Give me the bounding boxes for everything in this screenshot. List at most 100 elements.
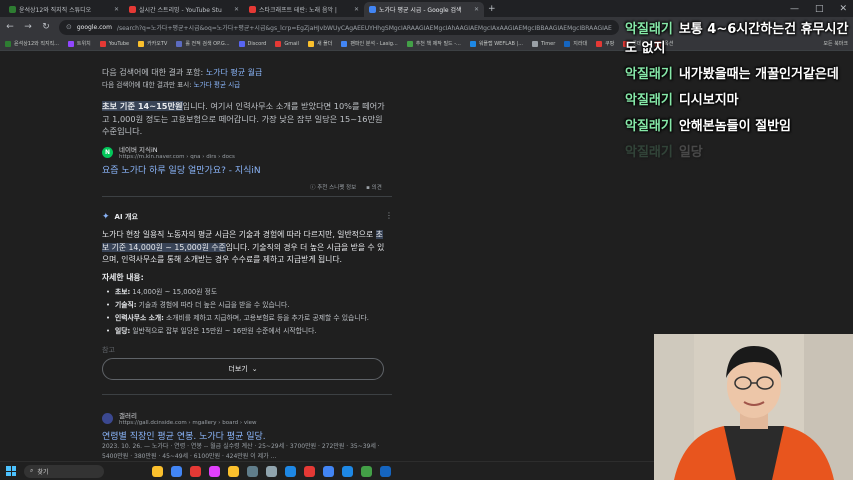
divider [102,394,392,395]
chevron-down-icon: ⌄ [251,365,258,373]
original-query-link[interactable]: 노가다 평균 시급 [194,81,241,89]
result-title-link[interactable]: 요즘 노가다 하루 일당 얼만가요? - 지식iN [102,163,261,176]
bookmark-item[interactable]: Discord [238,40,267,47]
tab-list: 윤석상12와 직지직 스튜디오 ✕ 실시간 스트리밍 - YouTube Stu ✕ 스… [4,0,484,17]
bookmark-label: 팬파인 분석 - Lasig... [350,41,398,47]
streamer-image [654,334,853,480]
faded-reference: 참고 [102,346,115,354]
bookmark-item[interactable]: 팬파인 분석 - Lasig... [341,40,398,47]
taskbar-app-icon[interactable] [361,465,372,477]
correction-prefix: 다음 검색어에 대한 결과 포함: [102,68,204,77]
detail-item: 기술직: 기술과 경험에 따라 더 높은 시급을 받을 수 있습니다. [106,299,396,312]
window-maximize-icon[interactable]: □ [815,4,824,14]
bookmark-item[interactable]: 윤석상12와 직지직... [5,40,59,47]
tab-favicon-icon [249,6,256,13]
screen: 윤석상12와 직지직 스튜디오 ✕ 실시간 스트리밍 - YouTube Stu ✕ 스… [0,0,853,480]
chat-nickname: 악질래기 [625,67,673,82]
bookmark-item[interactable]: YouTube [99,40,129,47]
bookmark-label: 카카오TV [147,41,168,47]
taskbar-search[interactable]: ⌕ 찾기 [24,464,104,478]
taskbar-app-icon[interactable] [304,465,315,477]
bookmark-item[interactable]: 새 폴더 [307,40,332,47]
bookmark-item[interactable]: Timer [532,40,555,47]
snippet-highlight: 초보 기준 14~15만원 [102,101,183,111]
bookmark-item[interactable]: 트위치 [67,40,91,47]
taskbar-app-icon[interactable] [209,465,220,477]
detail-item: 초보: 14,000원 ~ 15,000원 정도 [106,286,396,299]
tab-favicon-icon [129,6,136,13]
address-host: google.com [76,23,112,31]
show-more-button[interactable]: 더보기 ⌄ [102,358,384,380]
gallery-snippet: 2023. 10. 26. — 노가다 · 연령 · 연봉 -- 월급 실수령 … [102,443,380,460]
bookmark-icon [564,40,571,47]
back-icon[interactable]: ← [5,22,15,32]
tab-title: 윤석상12와 직지직 스튜디오 [19,7,92,14]
chat-text: 일당 [678,145,703,160]
tab-close-icon[interactable]: ✕ [354,6,359,13]
correction-query-link[interactable]: 노가다 평균 월급 [206,68,263,77]
taskbar-app-icon[interactable] [323,465,334,477]
snippet-source[interactable]: N 네이버 지식iN https://m.kin.naver.com › qna… [102,144,235,160]
bookmark-icon [532,40,538,47]
taskbar-app-icon[interactable] [380,465,391,477]
ai-text-1: 노가다 현장 일용직 노동자의 평균 시급은 기술과 경험에 따라 다르지만, … [102,230,374,239]
bookmark-item[interactable]: 워플랩 WEFLAB |... [469,40,523,47]
window-minimize-icon[interactable]: — [790,4,799,14]
bookmark-item[interactable]: 카카오TV [138,40,167,47]
taskbar-app-icon[interactable] [247,465,258,477]
tab-0[interactable]: 윤석상12와 직지직 스튜디오 ✕ [4,2,124,17]
site-info-icon[interactable]: ⊙ [66,23,72,31]
detail-label: 초보: [115,288,131,296]
taskbar-app-icon[interactable] [190,465,201,477]
taskbar-app-icon[interactable] [171,465,182,477]
start-button[interactable] [6,466,16,476]
bookmark-label: Timer [541,40,556,47]
detail-text: 소개비를 제하고 지급하며, 고용보험료 등을 추가로 공제할 수 있습니다. [163,314,369,322]
bookmark-icon [238,40,245,47]
bookmark-label: 지라대 [573,41,588,47]
forward-icon[interactable]: → [23,22,33,32]
bookmark-item[interactable]: Gmail [275,40,299,47]
bookmark-icon [176,40,183,47]
taskbar-app-icon[interactable] [152,465,163,477]
taskbar-app-icon[interactable] [342,465,353,477]
featured-snippet: 초보 기준 14~15만원입니다. 여기서 인력사무소 소개를 받았다면 10%… [102,100,392,138]
tab-close-icon[interactable]: ✕ [114,6,119,13]
feedback-link[interactable]: ▪ 의견 [366,183,382,191]
reload-icon[interactable]: ↻ [41,22,51,32]
ai-overview-label: AI 개요 [114,213,138,221]
bookmark-label: 워플랩 WEFLAB |... [478,41,523,47]
bookmark-item[interactable]: 쿠팡 [596,40,614,47]
tab-close-icon[interactable]: ✕ [474,6,479,13]
ai-more-options-icon[interactable]: ⋮ [385,211,393,220]
tab-3[interactable]: 노가다 평균 시급 - Google 검색 ✕ [364,2,484,17]
details-list: 초보: 14,000원 ~ 15,000원 정도기술직: 기술과 경험에 따라 … [106,286,396,338]
detail-item: 일당: 일반적으로 잡부 일당은 15만원 ~ 16만원 수준에서 시작합니다. [106,325,396,338]
snippet-feedback: ⓘ 추천 스니펫 정보 ▪ 의견 [310,183,382,191]
snippet-info-link[interactable]: ⓘ 추천 스니펫 정보 [310,183,356,191]
tab-1[interactable]: 실시간 스트리밍 - YouTube Stu ✕ [124,2,244,17]
bookmark-item[interactable]: 추천 책 제작 빌드 -... [406,40,461,47]
gallery-source[interactable]: 갤러리 https://gall.dcinside.com › mgallery… [102,410,256,426]
tab-close-icon[interactable]: ✕ [234,6,239,13]
tab-2[interactable]: 스타크래프트 테란: 노래 음악 | ✕ [244,2,364,17]
bookmark-item[interactable]: 지라대 [564,40,587,47]
bookmark-icon [67,40,74,47]
detail-label: 인력사무소 소개: [115,314,164,322]
window-close-icon[interactable]: ✕ [839,4,847,14]
webcam-feed [654,334,853,480]
address-bar[interactable]: ⊙ google.com/search?q=노가다+평균+시급&oq=노가다+평… [59,19,619,35]
new-tab-button[interactable]: + [488,4,496,14]
bookmark-icon [275,40,282,47]
bookmark-item[interactable]: 롤 전적 검색 OP.G... [176,40,230,47]
gallery-title-link[interactable]: 연령별 직장인 평균 연봉. 노가다 평균 일당. [102,429,266,442]
taskbar-app-icon[interactable] [228,465,239,477]
bookmark-label: Discord [247,40,267,47]
bookmark-label: Gmail [284,40,299,47]
taskbar-app-icon[interactable] [285,465,296,477]
chat-message: 악질래기 디시보지마 [625,91,853,110]
bookmark-label: 윤석상12와 직지직... [14,41,59,47]
taskbar-app-icon[interactable] [266,465,277,477]
bookmark-label: 추천 책 제작 빌드 -... [415,41,461,47]
detail-text: 기술과 경험에 따라 더 높은 시급을 받을 수 있습니다. [136,301,290,309]
